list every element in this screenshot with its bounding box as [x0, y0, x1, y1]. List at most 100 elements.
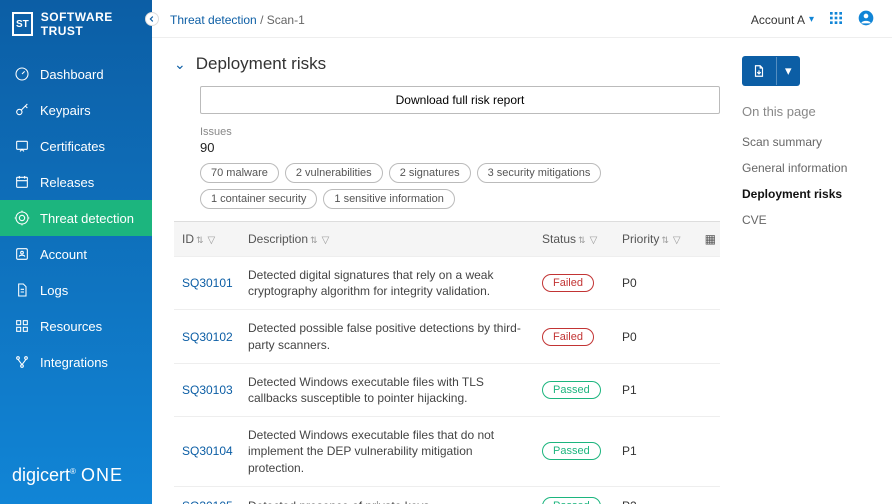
sidebar-item-keypairs[interactable]: Keypairs: [0, 92, 152, 128]
risk-id-link[interactable]: SQ30105: [182, 499, 233, 504]
sidebar-item-resources[interactable]: Resources: [0, 308, 152, 344]
issues-count: 90: [200, 140, 720, 155]
gauge-icon: [14, 66, 30, 82]
threat-icon: [14, 210, 30, 226]
risk-description: Detected digital signatures that rely on…: [248, 267, 542, 299]
breadcrumb-current: Scan-1: [267, 13, 305, 27]
breadcrumb-parent[interactable]: Threat detection: [170, 13, 257, 27]
nav: Dashboard Keypairs Certificates Releases…: [0, 48, 152, 451]
sidebar-item-label: Certificates: [40, 139, 105, 154]
sidebar-item-logs[interactable]: Logs: [0, 272, 152, 308]
risk-description: Detected presence of private keys.: [248, 498, 542, 504]
sidebar-item-certificates[interactable]: Certificates: [0, 128, 152, 164]
logo[interactable]: ST SOFTWARE TRUST: [0, 0, 152, 48]
otp-general-information[interactable]: General information: [742, 155, 878, 181]
status-badge: Passed: [542, 381, 601, 399]
sidebar-item-label: Keypairs: [40, 103, 91, 118]
priority-value: P0: [622, 330, 692, 344]
status-badge: Failed: [542, 328, 594, 346]
chevron-down-icon: ▾: [809, 14, 814, 25]
status-badge: Passed: [542, 497, 601, 504]
risks-table: ID⇅▽ Description⇅▽ Status⇅▽ Priority⇅▽ ▦…: [174, 221, 720, 504]
chevron-down-icon: ▾: [777, 56, 800, 86]
collapse-section-icon[interactable]: ⌄: [174, 56, 186, 73]
risk-id-link[interactable]: SQ30104: [182, 444, 233, 458]
right-rail: ▾ On this page Scan summary General info…: [742, 38, 892, 504]
priority-value: P1: [622, 383, 692, 397]
risk-description: Detected Windows executable files with T…: [248, 374, 542, 406]
chip-container-security[interactable]: 1 container security: [200, 189, 317, 209]
grid-icon: [14, 318, 30, 334]
issue-chips: 70 malware 2 vulnerabilities 2 signature…: [200, 163, 720, 209]
topbar: Threat detection / Scan-1 Account A ▾: [152, 0, 892, 38]
priority-value: P1: [622, 444, 692, 458]
priority-value: P0: [622, 276, 692, 290]
sidebar-item-dashboard[interactable]: Dashboard: [0, 56, 152, 92]
risk-description: Detected possible false positive detecti…: [248, 320, 542, 352]
brand-footer: digicert® ONE: [0, 451, 152, 504]
table-header: ID⇅▽ Description⇅▽ Status⇅▽ Priority⇅▽ ▦: [174, 222, 720, 257]
filter-icon[interactable]: ▽: [208, 235, 216, 246]
otp-scan-summary[interactable]: Scan summary: [742, 129, 878, 155]
col-header-id[interactable]: ID⇅▽: [178, 232, 248, 246]
sort-icon: ⇅: [578, 235, 586, 245]
priority-value: P2: [622, 499, 692, 504]
account-switcher[interactable]: Account A ▾: [751, 13, 814, 27]
otp-cve[interactable]: CVE: [742, 207, 878, 233]
col-header-status[interactable]: Status⇅▽: [542, 232, 622, 246]
sort-icon: ⇅: [661, 235, 669, 245]
col-header-priority[interactable]: Priority⇅▽: [622, 232, 692, 246]
column-settings-icon[interactable]: ▦: [692, 232, 716, 246]
sidebar-item-label: Threat detection: [40, 211, 134, 226]
sort-icon: ⇅: [310, 235, 318, 245]
risk-id-link[interactable]: SQ30103: [182, 383, 233, 397]
apps-icon[interactable]: [828, 10, 844, 29]
risk-id-link[interactable]: SQ30102: [182, 330, 233, 344]
chip-security-mitigations[interactable]: 3 security mitigations: [477, 163, 602, 183]
export-button[interactable]: ▾: [742, 56, 800, 86]
logo-text: SOFTWARE TRUST: [41, 10, 140, 38]
status-badge: Passed: [542, 442, 601, 460]
otp-deployment-risks[interactable]: Deployment risks: [742, 181, 878, 207]
filter-icon[interactable]: ▽: [673, 235, 681, 246]
sidebar: ST SOFTWARE TRUST Dashboard Keypairs Cer…: [0, 0, 152, 504]
filter-icon[interactable]: ▽: [590, 235, 598, 246]
sidebar-item-integrations[interactable]: Integrations: [0, 344, 152, 380]
sidebar-item-label: Integrations: [40, 355, 108, 370]
sidebar-item-label: Releases: [40, 175, 94, 190]
sidebar-item-label: Resources: [40, 319, 102, 334]
key-icon: [14, 102, 30, 118]
on-this-page-title: On this page: [742, 104, 878, 119]
chip-vulnerabilities[interactable]: 2 vulnerabilities: [285, 163, 383, 183]
sidebar-item-label: Account: [40, 247, 87, 262]
sidebar-item-threat-detection[interactable]: Threat detection: [0, 200, 152, 236]
risk-id-link[interactable]: SQ30101: [182, 276, 233, 290]
document-icon: [14, 282, 30, 298]
table-row: SQ30105 Detected presence of private key…: [174, 487, 720, 504]
breadcrumb: Threat detection / Scan-1: [170, 13, 305, 27]
risk-description: Detected Windows executable files that d…: [248, 427, 542, 476]
calendar-icon: [14, 174, 30, 190]
user-icon[interactable]: [858, 10, 874, 29]
download-report-button[interactable]: Download full risk report: [200, 86, 720, 114]
sort-icon: ⇅: [196, 235, 204, 245]
filter-icon[interactable]: ▽: [322, 235, 330, 246]
table-row: SQ30102 Detected possible false positive…: [174, 310, 720, 363]
sidebar-item-releases[interactable]: Releases: [0, 164, 152, 200]
sidebar-item-label: Logs: [40, 283, 68, 298]
table-row: SQ30103 Detected Windows executable file…: [174, 364, 720, 417]
issues-label: Issues: [200, 126, 720, 138]
sidebar-item-account[interactable]: Account: [0, 236, 152, 272]
chip-signatures[interactable]: 2 signatures: [389, 163, 471, 183]
chip-sensitive-information[interactable]: 1 sensitive information: [323, 189, 454, 209]
chip-malware[interactable]: 70 malware: [200, 163, 279, 183]
status-badge: Failed: [542, 274, 594, 292]
sidebar-item-label: Dashboard: [40, 67, 104, 82]
integrations-icon: [14, 354, 30, 370]
logo-icon: ST: [12, 12, 33, 36]
collapse-sidebar-button[interactable]: [145, 12, 159, 26]
section-title: Deployment risks: [196, 54, 326, 74]
table-row: SQ30101 Detected digital signatures that…: [174, 257, 720, 310]
col-header-description[interactable]: Description⇅▽: [248, 232, 542, 246]
export-icon: [742, 57, 777, 85]
